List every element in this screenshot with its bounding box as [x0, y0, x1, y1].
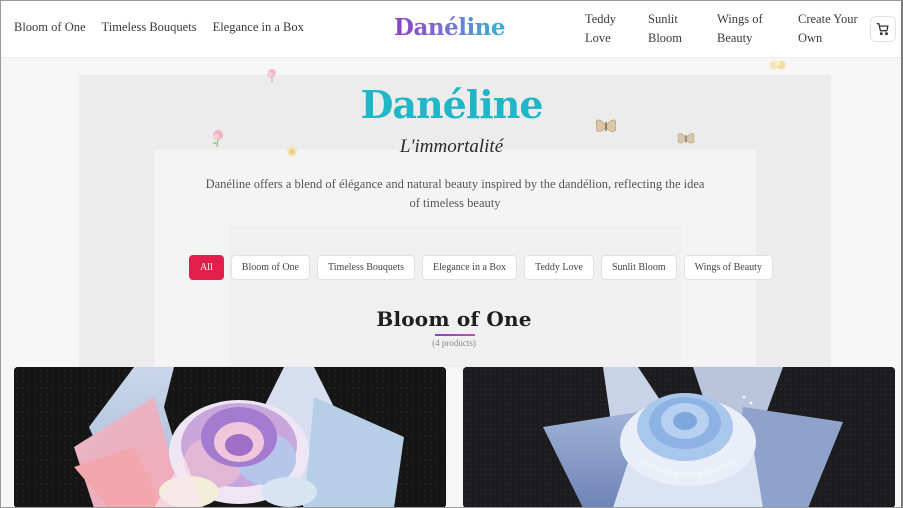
- hero-subtitle: L'immortalité: [399, 136, 504, 157]
- flower-decoration-icon: [267, 69, 276, 82]
- product-card[interactable]: [14, 367, 446, 508]
- category-filters: All Bloom of One Timeless Bouquets Elega…: [189, 255, 773, 280]
- nav-link-sunlit-bloom[interactable]: Sunlit Bloom: [648, 10, 688, 48]
- hero-title: Danéline: [360, 82, 543, 127]
- product-card[interactable]: [463, 367, 895, 508]
- nav-link-elegance-in-a-box[interactable]: Elegance in a Box: [213, 20, 304, 35]
- nav-left: Bloom of One Timeless Bouquets Elegance …: [14, 20, 304, 35]
- filter-wings-of-beauty[interactable]: Wings of Beauty: [683, 255, 773, 280]
- nav-label-line2: Beauty: [717, 31, 753, 45]
- nav-label-line2: Love: [585, 31, 611, 45]
- nav-link-teddy-love[interactable]: Teddy Love: [585, 10, 625, 48]
- filter-all[interactable]: All: [189, 255, 224, 280]
- filter-sunlit-bloom[interactable]: Sunlit Bloom: [600, 255, 677, 280]
- nav-link-bloom-of-one[interactable]: Bloom of One: [14, 20, 86, 35]
- nav-link-wings-of-beauty[interactable]: Wings of Beauty: [717, 10, 767, 48]
- filter-bloom-of-one[interactable]: Bloom of One: [230, 255, 310, 280]
- flower-decoration-icon: [769, 60, 786, 70]
- nav-link-timeless-bouquets[interactable]: Timeless Bouquets: [102, 20, 197, 35]
- hero-description: Danéline offers a blend of élégance and …: [205, 177, 705, 210]
- cart-button[interactable]: [870, 16, 896, 42]
- cart-icon: [876, 23, 889, 36]
- nav-label-line2: Bloom: [648, 31, 683, 45]
- filter-elegance-in-a-box[interactable]: Elegance in a Box: [422, 255, 518, 280]
- product-image-blue-rose: [463, 367, 895, 508]
- site-header: Bloom of One Timeless Bouquets Elegance …: [0, 0, 903, 58]
- nav-label-line1: Create Your: [798, 12, 858, 26]
- section-title: Bloom of One: [376, 307, 532, 331]
- nav-label-line1: Teddy: [585, 12, 617, 26]
- nav-label-line1: Sunlit: [648, 12, 678, 26]
- nav-link-create-your-own[interactable]: Create Your Own: [798, 10, 864, 48]
- product-count: (4 products): [432, 338, 476, 348]
- filter-teddy-love[interactable]: Teddy Love: [524, 255, 594, 280]
- nav-label-line1: Wings of: [717, 12, 763, 26]
- product-image-pastel-rose: [14, 367, 446, 508]
- filter-timeless-bouquets[interactable]: Timeless Bouquets: [317, 255, 416, 280]
- nav-label-line2: Own: [798, 31, 823, 45]
- brand-logo[interactable]: Danéline: [394, 14, 506, 41]
- section-title-underline: [435, 334, 475, 336]
